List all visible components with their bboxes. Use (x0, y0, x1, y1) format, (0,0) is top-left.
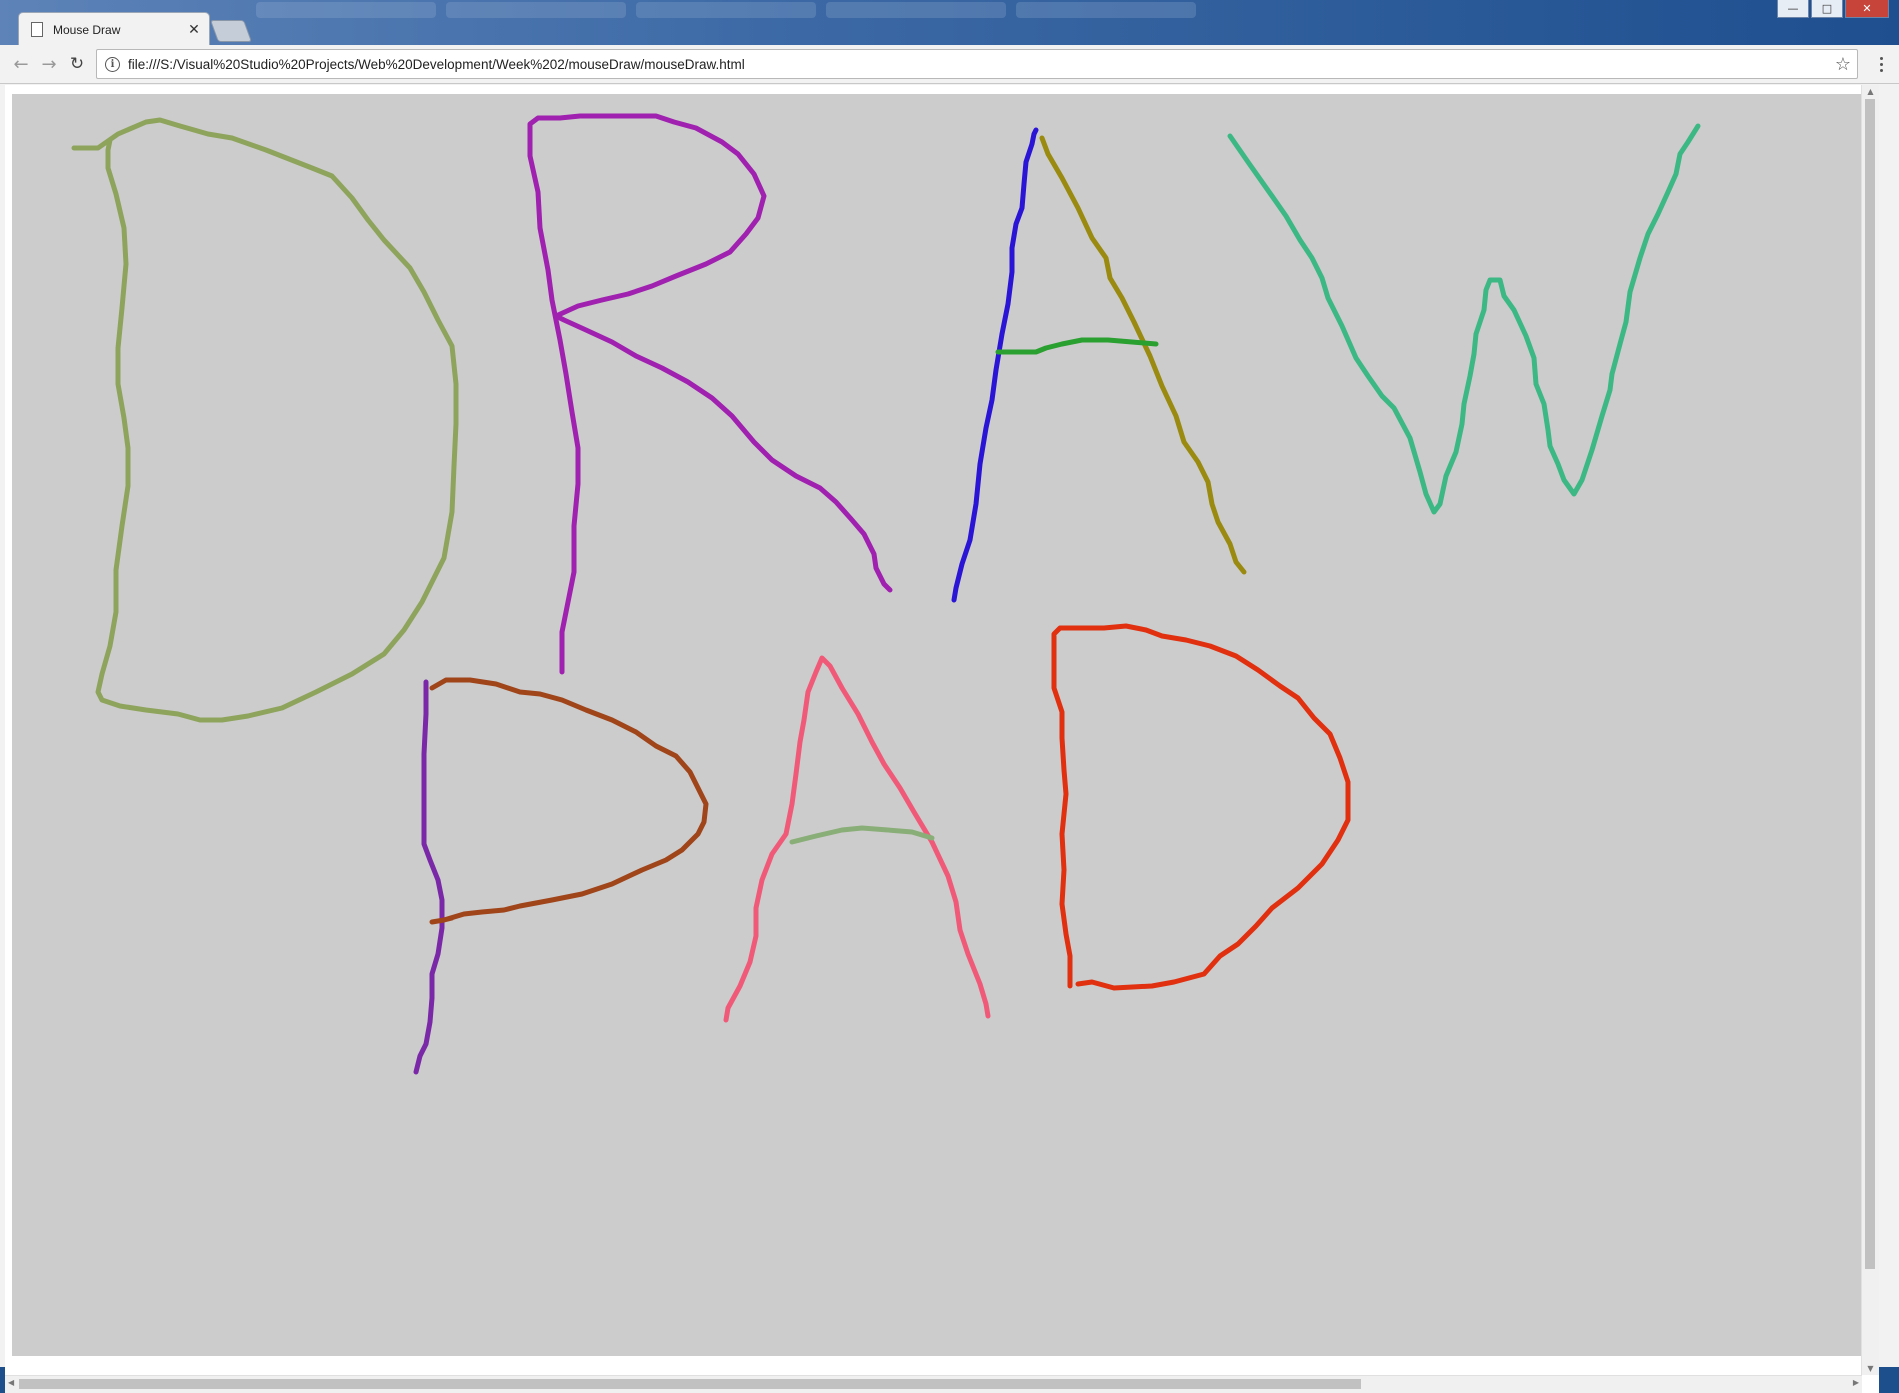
forward-icon[interactable]: → (36, 51, 62, 77)
menu-icon[interactable] (1871, 51, 1891, 77)
stroke-a-right (1039, 135, 1247, 575)
tab-title: Mouse Draw (53, 22, 121, 37)
toolbar: ← → ↻ i file:///S:/Visual%20Studio%20Pro… (0, 45, 1899, 84)
browser-window: ← → ↻ i file:///S:/Visual%20Studio%20Pro… (0, 45, 1899, 1393)
reload-icon[interactable]: ↻ (64, 51, 90, 77)
scroll-up-icon[interactable]: ▲ (1862, 87, 1879, 96)
stroke-p-stem (413, 679, 445, 1075)
vertical-scroll-thumb[interactable] (1865, 99, 1875, 1269)
star-icon[interactable]: ☆ (1835, 54, 1851, 75)
stroke-r (527, 113, 893, 675)
stroke-a2-bar (789, 825, 935, 845)
stroke-d (71, 117, 459, 723)
scroll-down-icon[interactable]: ▼ (1862, 1364, 1879, 1373)
scroll-left-icon[interactable]: ◀ (8, 1378, 14, 1387)
address-bar[interactable]: i file:///S:/Visual%20Studio%20Projects/… (96, 49, 1858, 79)
os-titlebar: — □ ✕ Mouse Draw ✕ (0, 0, 1899, 46)
close-window-button[interactable]: ✕ (1845, 0, 1889, 18)
tab-strip: Mouse Draw ✕ (0, 12, 1400, 46)
scroll-right-icon[interactable]: ▶ (1853, 1378, 1859, 1387)
horizontal-scrollbar[interactable]: ◀ ▶ (5, 1375, 1862, 1393)
vertical-scrollbar[interactable]: ▲ ▼ (1861, 85, 1879, 1375)
back-icon[interactable]: ← (8, 51, 34, 77)
drawing-strokes (71, 113, 1701, 1075)
window-controls: — □ ✕ (1777, 0, 1889, 18)
maximize-button[interactable]: □ (1811, 0, 1843, 18)
page-viewport: ▲ ▼ ◀ ▶ (5, 85, 1879, 1393)
horizontal-scroll-thumb[interactable] (19, 1379, 1361, 1389)
document-icon (31, 22, 43, 37)
stroke-a-bar (995, 337, 1159, 355)
stroke-a-left (951, 127, 1039, 603)
new-tab-button[interactable] (209, 20, 253, 42)
close-tab-icon[interactable]: ✕ (185, 21, 203, 38)
info-icon[interactable]: i (105, 56, 120, 72)
stroke-p-bowl (429, 677, 709, 925)
minimize-button[interactable]: — (1777, 0, 1809, 18)
url-text[interactable]: file:///S:/Visual%20Studio%20Projects/We… (128, 57, 1835, 72)
stroke-a2 (723, 655, 991, 1023)
stroke-w (1227, 123, 1701, 515)
drawing-canvas[interactable] (12, 94, 1873, 1356)
stroke-d2 (1051, 623, 1351, 991)
tab-mouse-draw[interactable]: Mouse Draw ✕ (18, 12, 210, 46)
